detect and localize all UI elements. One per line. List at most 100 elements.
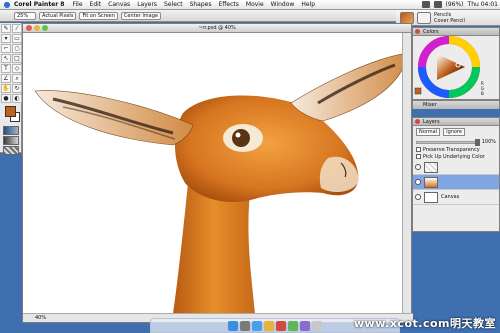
app-icon[interactable] [264, 320, 274, 331]
panel-close-icon[interactable] [415, 29, 420, 34]
layers-panel: Layers Normal Ignore 100% Preserve Trans… [412, 117, 500, 232]
mixer-panel-title[interactable]: Mixer [413, 101, 499, 109]
dropper-tool-icon[interactable]: ⁄ [12, 24, 22, 33]
gazelle-painting [34, 53, 403, 314]
brush-tool-icon[interactable]: ✎ [1, 24, 11, 33]
menu-window[interactable]: Window [271, 1, 295, 8]
brush-variant: Cover Pencil [434, 17, 465, 24]
menu-file[interactable]: File [72, 1, 82, 8]
pattern-selector-icon[interactable] [3, 146, 19, 155]
finder-icon[interactable] [228, 320, 238, 331]
layers-panel-title[interactable]: Layers [413, 118, 499, 126]
apple-icon[interactable]: ● [0, 0, 14, 10]
mixer-panel[interactable]: Mixer [412, 100, 500, 109]
menu-effects[interactable]: Effects [218, 1, 238, 8]
composite-depth-select[interactable]: Ignore [443, 128, 465, 136]
color-b-label: B [481, 91, 484, 96]
colors-panel: Colors R G B [412, 27, 500, 100]
clone-tool-icon[interactable]: ● [1, 94, 11, 103]
layer-name: Canvas [441, 194, 460, 200]
fit-on-screen-button[interactable]: Fit on Screen [79, 11, 118, 20]
brush-category-icon[interactable] [400, 11, 414, 24]
menu-layers[interactable]: Layers [137, 1, 157, 8]
app-icon[interactable] [300, 320, 310, 331]
burn-tool-icon[interactable]: ◐ [12, 94, 22, 103]
zoom-field[interactable]: 25% [14, 11, 36, 20]
app-icon[interactable] [312, 320, 322, 331]
colors-panel-title[interactable]: Colors [413, 28, 499, 36]
pick-up-color-row[interactable]: Pick Up Underlying Color [413, 153, 499, 160]
eye-icon[interactable] [415, 194, 421, 200]
main-color-swatch[interactable] [5, 106, 16, 117]
paper-selector-icon[interactable] [3, 126, 19, 135]
color-swatches[interactable] [3, 106, 20, 124]
paint-bucket-icon[interactable]: ▾ [1, 34, 11, 43]
opacity-slider-thumb[interactable] [474, 138, 480, 146]
rect-select-icon[interactable]: □ [12, 54, 22, 63]
pick-up-color-label: Pick Up Underlying Color [423, 153, 485, 160]
zoom-icon[interactable] [42, 25, 48, 31]
opacity-value: 100% [481, 139, 496, 145]
menu-help[interactable]: Help [301, 1, 315, 8]
app-icon[interactable] [252, 320, 262, 331]
property-bar: 25% Actual Pixels Fit on Screen Center I… [0, 10, 396, 22]
menu-shapes[interactable]: Shapes [190, 1, 212, 8]
toolbox: ✎ ⁄ ▾ ▭ ⌐ ○ ↖ □ T ◇ ∠ ⌕ ✋ ↻ ● ◐ [0, 23, 22, 155]
composite-method-select[interactable]: Normal [416, 128, 441, 136]
gradient-selector-icon[interactable] [3, 136, 19, 145]
grabber-icon[interactable]: ✋ [1, 84, 11, 93]
eye-icon[interactable] [415, 179, 421, 185]
preserve-transparency-row[interactable]: Preserve Transparency [413, 146, 499, 153]
layer-row[interactable] [413, 175, 499, 190]
menu-movie[interactable]: Movie [246, 1, 264, 8]
menu-edit[interactable]: Edit [90, 1, 102, 8]
vertical-scrollbar[interactable] [402, 33, 411, 314]
zoom-readout[interactable]: 40% [35, 315, 46, 321]
clock[interactable]: Thu 04:01 [468, 1, 498, 8]
rotate-page-icon[interactable]: ↻ [12, 84, 22, 93]
menu-bar: ● Corel Painter 8 File Edit Canvas Layer… [0, 0, 500, 10]
menu-select[interactable]: Select [164, 1, 183, 8]
pen-tool-icon[interactable]: ∠ [1, 74, 11, 83]
document-window: ~rr.psd @ 40% 40% [22, 23, 413, 323]
brush-names[interactable]: Pencils Cover Pencil [434, 12, 465, 24]
mixer-title-text: Mixer [423, 102, 437, 108]
shape-tool-icon[interactable]: ◇ [12, 64, 22, 73]
app-icon[interactable] [288, 320, 298, 331]
color-wheel[interactable]: R G B [413, 36, 499, 99]
crop-tool-icon[interactable]: ⌐ [1, 44, 11, 53]
opacity-row: 100% [413, 138, 499, 146]
menu-extras: (96%) Thu 04:01 [421, 1, 500, 8]
minimize-icon[interactable] [34, 25, 40, 31]
center-image-button[interactable]: Center Image [120, 11, 161, 20]
app-icon[interactable] [240, 320, 250, 331]
document-titlebar[interactable]: ~rr.psd @ 40% [23, 24, 411, 33]
layer-adjuster-icon[interactable]: ↖ [1, 54, 11, 63]
preserve-transparency-checkbox[interactable] [416, 147, 421, 152]
text-tool-icon[interactable]: T [1, 64, 11, 73]
menu-canvas[interactable]: Canvas [108, 1, 130, 8]
document-title: ~rr.psd @ 40% [198, 25, 236, 31]
layer-row[interactable] [413, 160, 499, 175]
brush-variant-icon[interactable] [417, 11, 431, 24]
eye-icon[interactable] [415, 164, 421, 170]
layer-row[interactable]: Canvas [413, 190, 499, 205]
magnifier-icon[interactable]: ⌕ [12, 74, 22, 83]
watermark: www.xcot.com明天教室 [353, 317, 496, 330]
painting-canvas[interactable] [23, 33, 403, 314]
battery-icon[interactable] [433, 1, 442, 8]
volume-icon[interactable] [421, 1, 430, 8]
layer-thumbnail [424, 191, 438, 203]
colors-title-text: Colors [423, 29, 439, 35]
app-menu[interactable]: Corel Painter 8 [14, 1, 64, 8]
actual-pixels-button[interactable]: Actual Pixels [39, 11, 77, 20]
layer-thumbnail [424, 176, 438, 188]
close-icon[interactable] [26, 25, 32, 31]
opacity-slider[interactable] [416, 138, 480, 146]
panel-close-icon[interactable] [415, 119, 420, 124]
app-icon[interactable] [276, 320, 286, 331]
eraser-tool-icon[interactable]: ▭ [12, 34, 22, 43]
pick-up-color-checkbox[interactable] [416, 154, 421, 159]
lasso-tool-icon[interactable]: ○ [12, 44, 22, 53]
preserve-transparency-label: Preserve Transparency [423, 146, 480, 153]
